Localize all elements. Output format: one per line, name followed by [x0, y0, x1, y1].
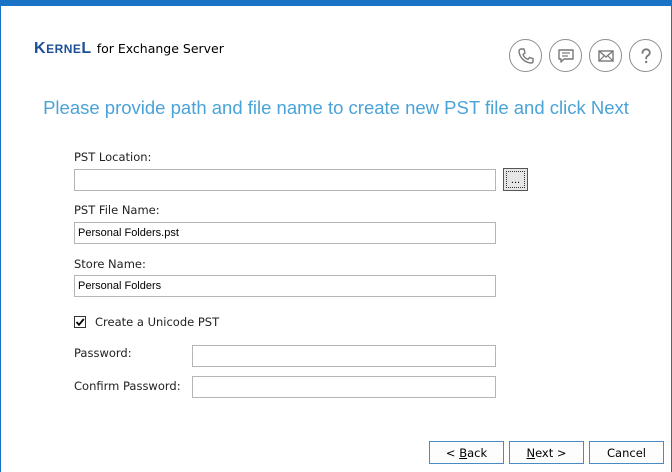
chat-icon[interactable]: [549, 39, 582, 72]
password-label: Password:: [74, 346, 132, 360]
support-icons: [509, 39, 662, 72]
window-top-bar: [0, 0, 672, 6]
pst-location-input[interactable]: [74, 169, 496, 191]
browse-button[interactable]: ...: [503, 168, 528, 191]
pst-file-name-label: PST File Name:: [74, 203, 160, 217]
window-left-edge: [0, 6, 1, 472]
check-icon: [75, 318, 85, 327]
product-name: for Exchange Server: [96, 41, 224, 56]
instruction-heading: Please provide path and file name to cre…: [43, 97, 629, 118]
phone-icon[interactable]: [509, 39, 542, 72]
back-button[interactable]: < Back: [429, 441, 504, 464]
browse-button-label: ...: [506, 171, 525, 188]
password-input[interactable]: [192, 345, 496, 367]
unicode-pst-checkbox[interactable]: [74, 316, 86, 328]
confirm-password-input[interactable]: [192, 376, 496, 398]
cancel-button[interactable]: Cancel: [589, 441, 664, 464]
mail-icon[interactable]: [589, 39, 622, 72]
unicode-pst-label[interactable]: Create a Unicode PST: [95, 315, 219, 329]
pst-file-name-input[interactable]: [74, 222, 496, 244]
pst-location-label: PST Location:: [74, 150, 152, 164]
kernel-logo: KERNEL for Exchange Server: [34, 40, 224, 60]
next-button[interactable]: Next >: [509, 441, 584, 464]
confirm-password-label: Confirm Password:: [74, 379, 181, 393]
help-icon[interactable]: [629, 39, 662, 72]
store-name-label: Store Name:: [74, 257, 146, 271]
store-name-input[interactable]: [74, 275, 496, 297]
brand-name: KERNEL: [34, 40, 92, 57]
